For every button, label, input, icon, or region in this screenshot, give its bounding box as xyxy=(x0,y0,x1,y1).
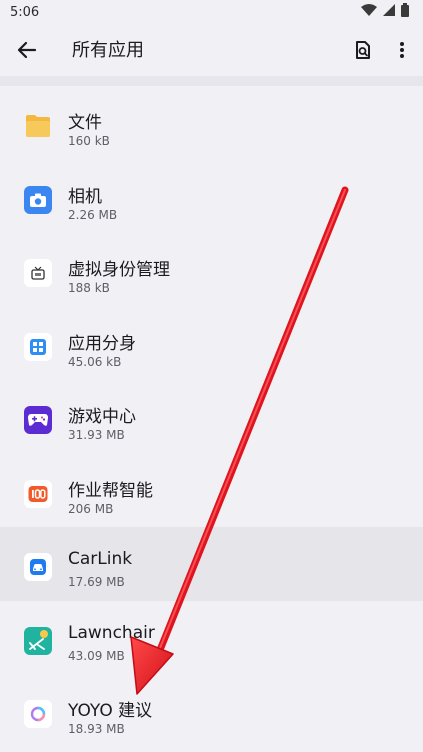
yoyo-ring-icon xyxy=(24,700,52,728)
app-size: 188 kB xyxy=(68,281,110,295)
car-icon xyxy=(24,553,52,581)
app-name: Lawnchair xyxy=(68,622,155,643)
tv-icon xyxy=(24,259,52,287)
folder-icon xyxy=(24,112,52,140)
app-size: 2.26 MB xyxy=(68,207,118,222)
lawnchair-icon xyxy=(24,626,52,655)
app-size: 45.06 kB xyxy=(68,354,122,369)
wifi-icon xyxy=(361,4,377,20)
app-size: 160 kB xyxy=(68,134,110,148)
app-name: 文件 xyxy=(68,113,102,133)
app-bar: 所有应用 xyxy=(0,24,423,76)
app-size: 18.93 MB xyxy=(68,722,125,736)
list-item[interactable]: 应用分身 45.06 kB xyxy=(0,307,423,381)
list-item[interactable]: CarLink 17.69 MB xyxy=(0,527,423,601)
zyb-100-icon xyxy=(24,479,52,508)
app-list: 文件 160 kB 相机 2.26 MB 虚拟身份管理 188 kB 应用分身 … xyxy=(0,86,423,748)
app-name: 应用分身 xyxy=(68,333,136,354)
list-item[interactable]: Lawnchair 43.09 MB xyxy=(0,601,423,675)
list-item[interactable]: 相机 2.26 MB xyxy=(0,160,423,234)
app-size: 206 MB xyxy=(68,501,114,516)
app-clone-icon xyxy=(24,332,52,361)
app-size: 17.69 MB xyxy=(68,575,125,589)
status-bar: 5:06 xyxy=(0,0,423,24)
app-size: 31.93 MB xyxy=(68,428,125,442)
list-item[interactable]: 游戏中心 31.93 MB xyxy=(0,380,423,454)
more-vert-icon[interactable] xyxy=(390,37,414,63)
camera-icon xyxy=(24,185,52,214)
gamepad-icon xyxy=(24,406,52,434)
status-icons xyxy=(361,3,409,21)
app-name: CarLink xyxy=(68,549,133,569)
list-item[interactable]: 虚拟身份管理 188 kB xyxy=(0,233,423,307)
list-item[interactable]: 作业帮智能 206 MB xyxy=(0,454,423,528)
app-name: 虚拟身份管理 xyxy=(68,260,170,280)
header-divider xyxy=(0,76,423,86)
all-apps-screen: 5:06 所有应用 文件 160 kB 相机 2.26 MB 虚拟身份管理 18… xyxy=(0,0,423,752)
arrow-left-icon[interactable] xyxy=(14,37,40,63)
app-name: 作业帮智能 xyxy=(68,480,153,501)
app-name: 游戏中心 xyxy=(68,407,136,427)
signal-icon xyxy=(383,4,395,20)
app-name: 相机 xyxy=(68,186,102,207)
app-search-icon[interactable] xyxy=(350,37,376,63)
battery-icon xyxy=(401,3,409,21)
list-item[interactable]: 文件 160 kB xyxy=(0,86,423,160)
status-time: 5:06 xyxy=(10,4,40,20)
page-title: 所有应用 xyxy=(72,40,144,61)
app-name: YOYO 建议 xyxy=(68,701,153,721)
list-item[interactable]: YOYO 建议 18.93 MB xyxy=(0,674,423,748)
app-size: 43.09 MB xyxy=(68,648,125,663)
